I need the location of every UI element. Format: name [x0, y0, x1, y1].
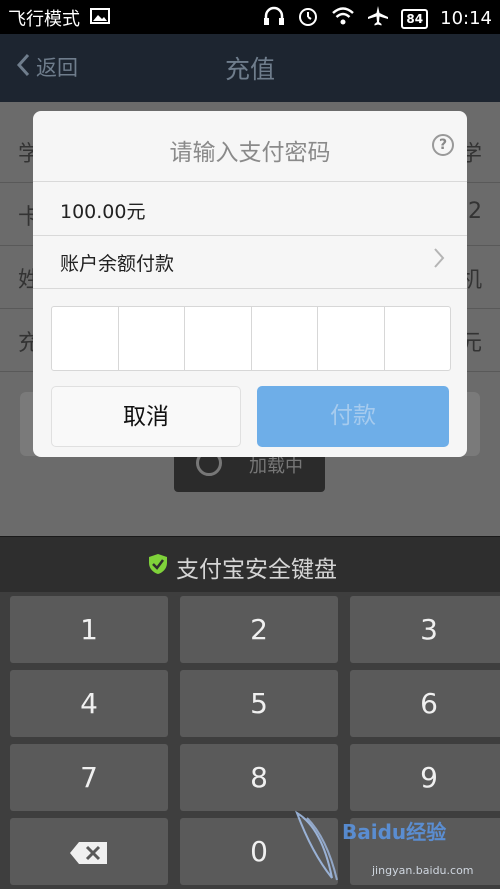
title-bar: 返回 充值 — [0, 34, 500, 102]
keyboard-title: 支付宝安全键盘 — [176, 557, 337, 583]
dialog-title: 请输入支付密码 — [169, 140, 331, 166]
key-1[interactable]: 1 — [10, 596, 168, 663]
divider — [33, 288, 467, 289]
pin-cell[interactable] — [318, 307, 385, 370]
key-5[interactable]: 5 — [180, 670, 338, 737]
key-8[interactable]: 8 — [180, 744, 338, 811]
chevron-right-icon[interactable] — [433, 247, 445, 275]
airplane-mode-label: 飞行模式 — [8, 9, 80, 30]
backspace-key[interactable] — [10, 818, 168, 885]
key-7[interactable]: 7 — [10, 744, 168, 811]
key-6[interactable]: 6 — [350, 670, 500, 737]
pin-cell[interactable] — [52, 307, 119, 370]
keyboard-header: 支付宝安全键盘 — [0, 536, 500, 593]
payment-amount: 100.00元 — [60, 201, 146, 223]
backspace-icon — [69, 835, 109, 868]
pin-cell[interactable] — [185, 307, 252, 370]
watermark-text: Baidu经验 — [342, 820, 447, 844]
key-9[interactable]: 9 — [350, 744, 500, 811]
pin-cell[interactable] — [385, 307, 451, 370]
pin-cell[interactable] — [252, 307, 318, 370]
divider — [33, 181, 467, 182]
baidu-watermark: Baidu经验 jingyan.baidu.com — [292, 808, 492, 886]
pin-cell[interactable] — [119, 307, 185, 370]
watermark-url: jingyan.baidu.com — [372, 864, 474, 877]
clock: 10:14 — [440, 8, 492, 29]
page-title: 充值 — [224, 55, 275, 84]
battery-indicator: 84 — [401, 8, 429, 29]
help-icon[interactable]: ? — [432, 134, 454, 156]
image-icon — [90, 7, 110, 29]
alarm-icon — [297, 5, 319, 32]
payment-method[interactable]: 账户余额付款 — [60, 249, 174, 276]
key-3[interactable]: 3 — [350, 596, 500, 663]
key-4[interactable]: 4 — [10, 670, 168, 737]
payment-password-dialog: 请输入支付密码 ? 100.00元 账户余额付款 取消 付款 — [33, 111, 467, 457]
airplane-icon — [367, 5, 389, 32]
shield-icon — [148, 553, 168, 581]
headphones-icon — [263, 6, 285, 31]
password-input[interactable] — [51, 306, 451, 371]
pay-button[interactable]: 付款 — [257, 386, 449, 447]
status-bar: 飞行模式 84 10:14 — [0, 0, 500, 34]
wifi-icon — [331, 7, 355, 30]
row-value: 2 — [468, 199, 482, 224]
divider — [33, 235, 467, 236]
key-2[interactable]: 2 — [180, 596, 338, 663]
cancel-button[interactable]: 取消 — [51, 386, 241, 447]
